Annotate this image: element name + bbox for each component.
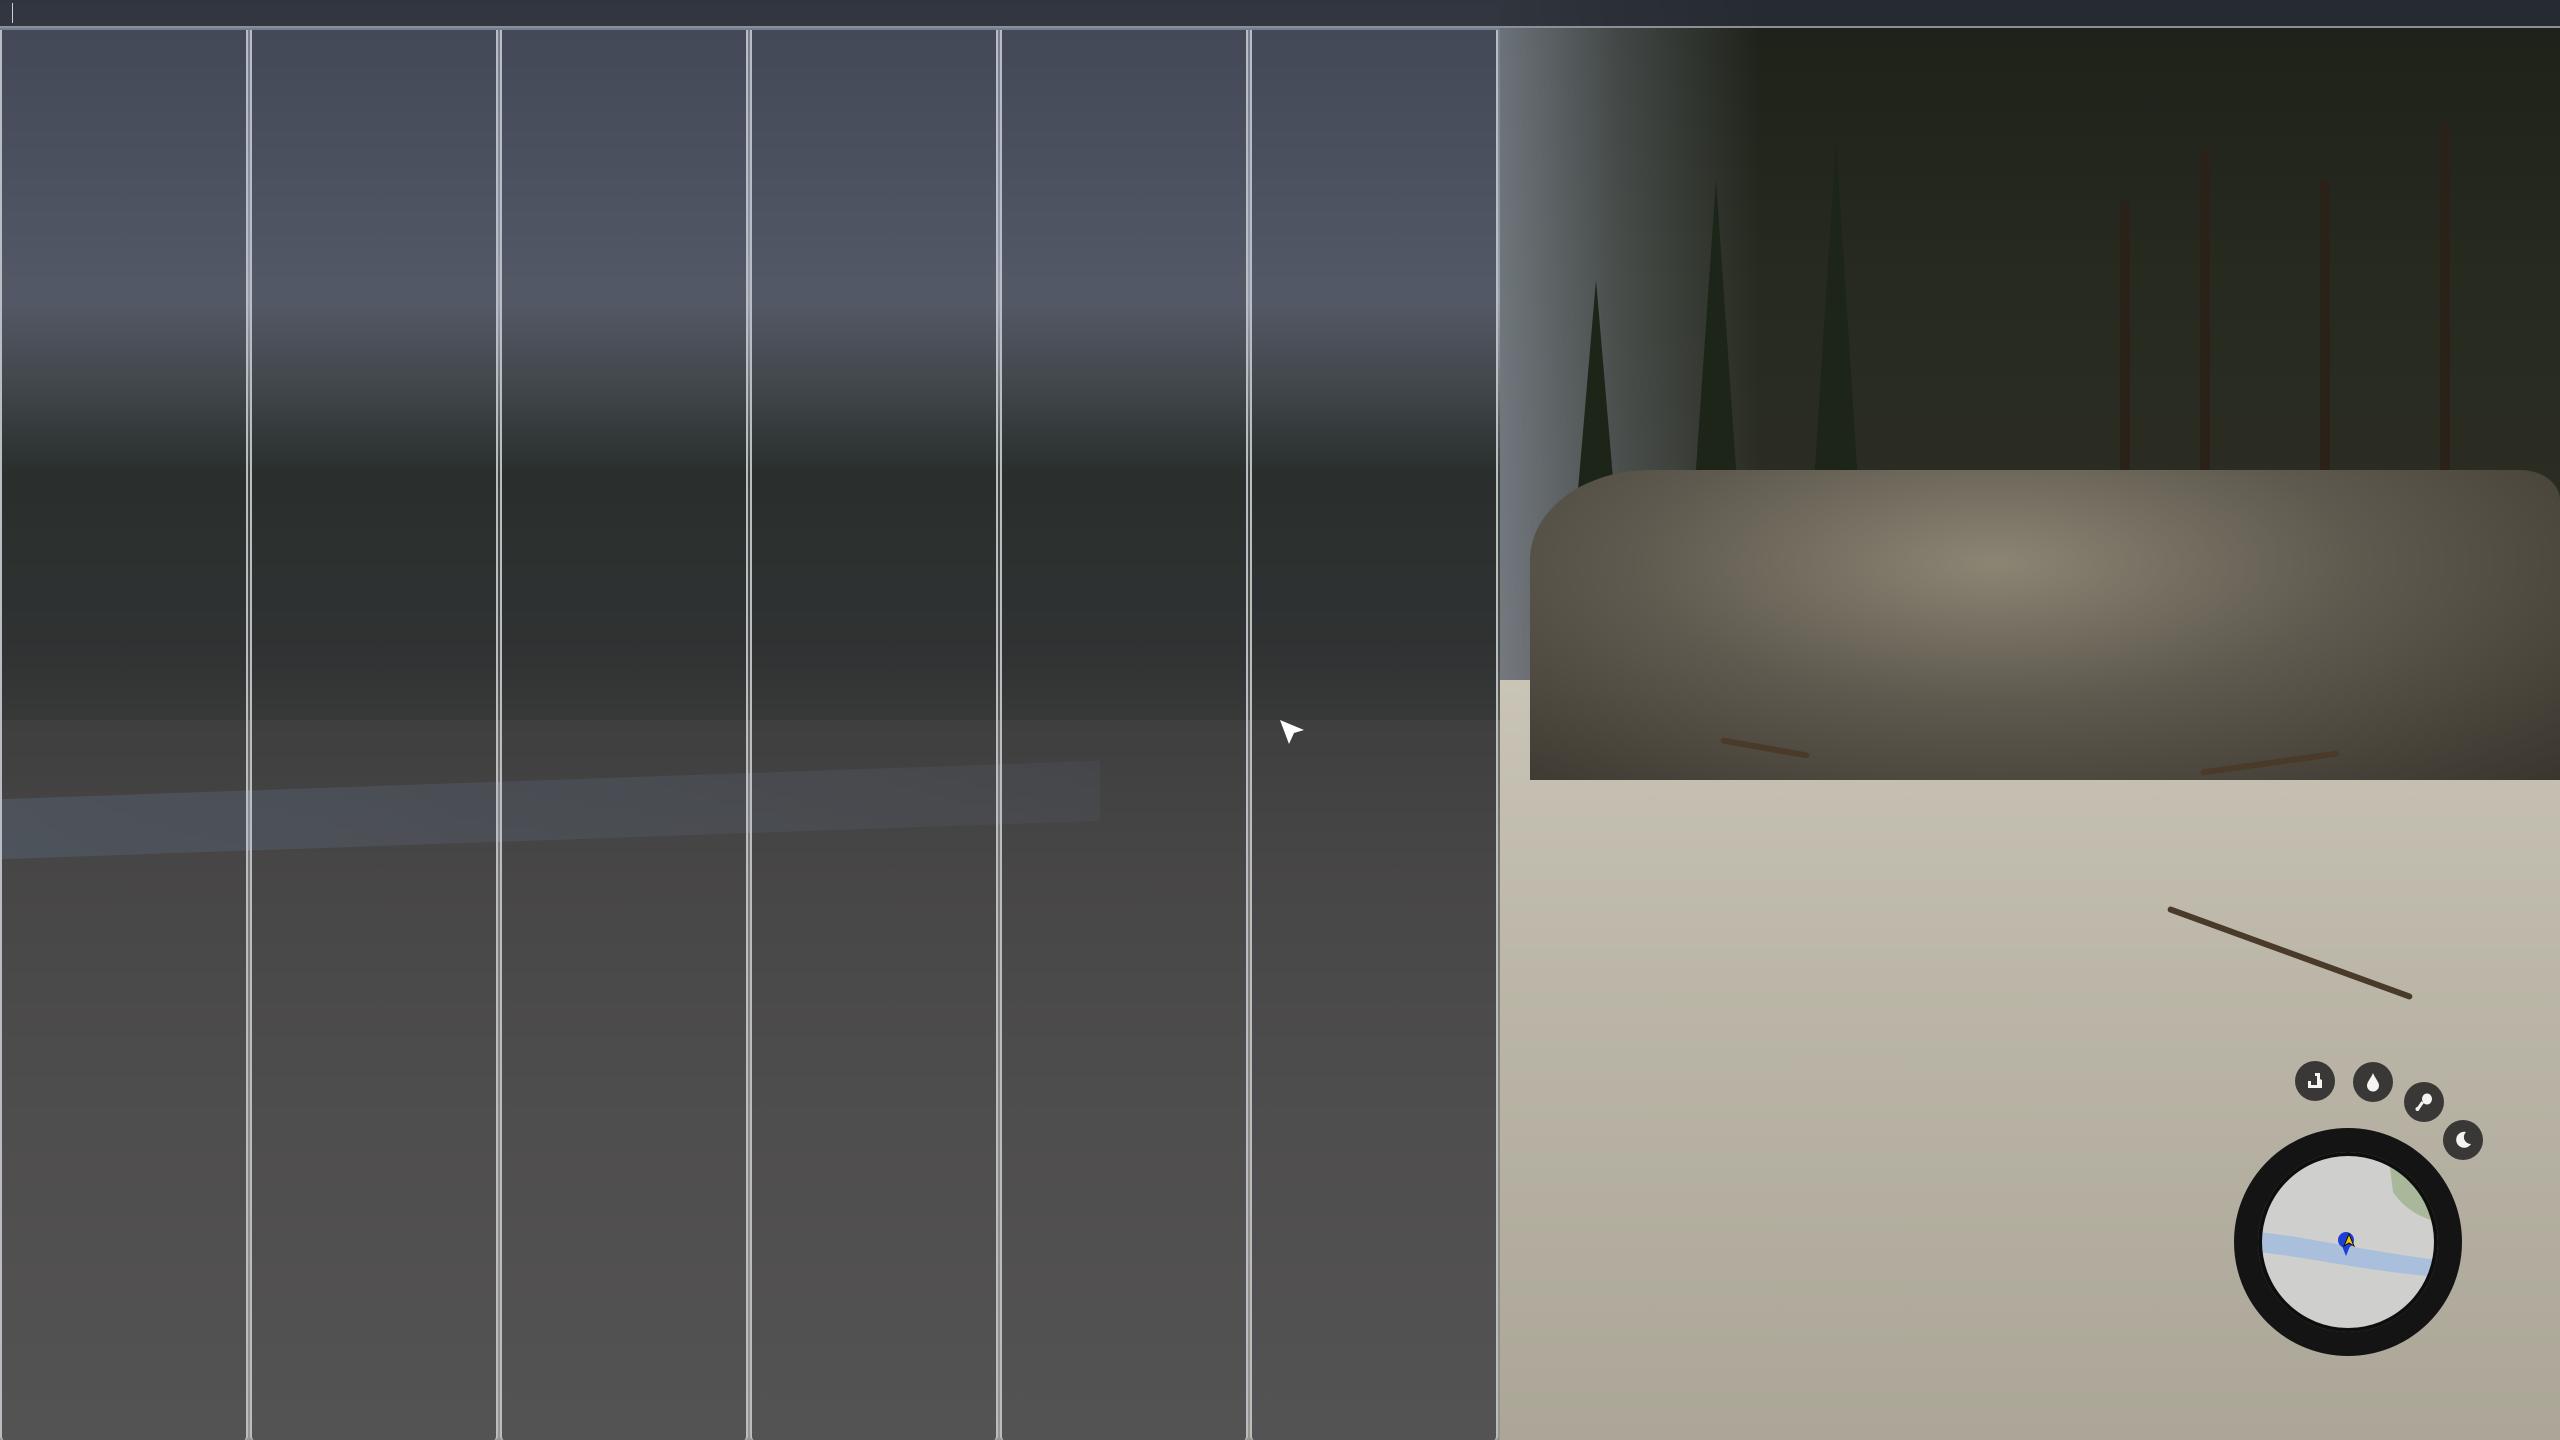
rock-cliff <box>1530 470 2560 780</box>
suggestion-column[interactable] <box>750 30 998 1440</box>
console-command-input[interactable] <box>12 3 617 23</box>
mouse-cursor-icon <box>1280 720 1304 744</box>
console-input-bar <box>0 0 2560 28</box>
hydration-stat <box>2353 1062 2393 1102</box>
strength-ring <box>2295 1061 2335 1101</box>
suggestion-column[interactable] <box>0 30 248 1440</box>
hydration-ring <box>2353 1062 2393 1102</box>
command-suggestions <box>0 30 1500 1440</box>
minimap <box>2234 1128 2462 1356</box>
suggestion-column[interactable] <box>1000 30 1248 1440</box>
suggestion-column[interactable] <box>250 30 498 1440</box>
suggestion-column[interactable] <box>500 30 748 1440</box>
strength-stat <box>2295 1061 2335 1101</box>
